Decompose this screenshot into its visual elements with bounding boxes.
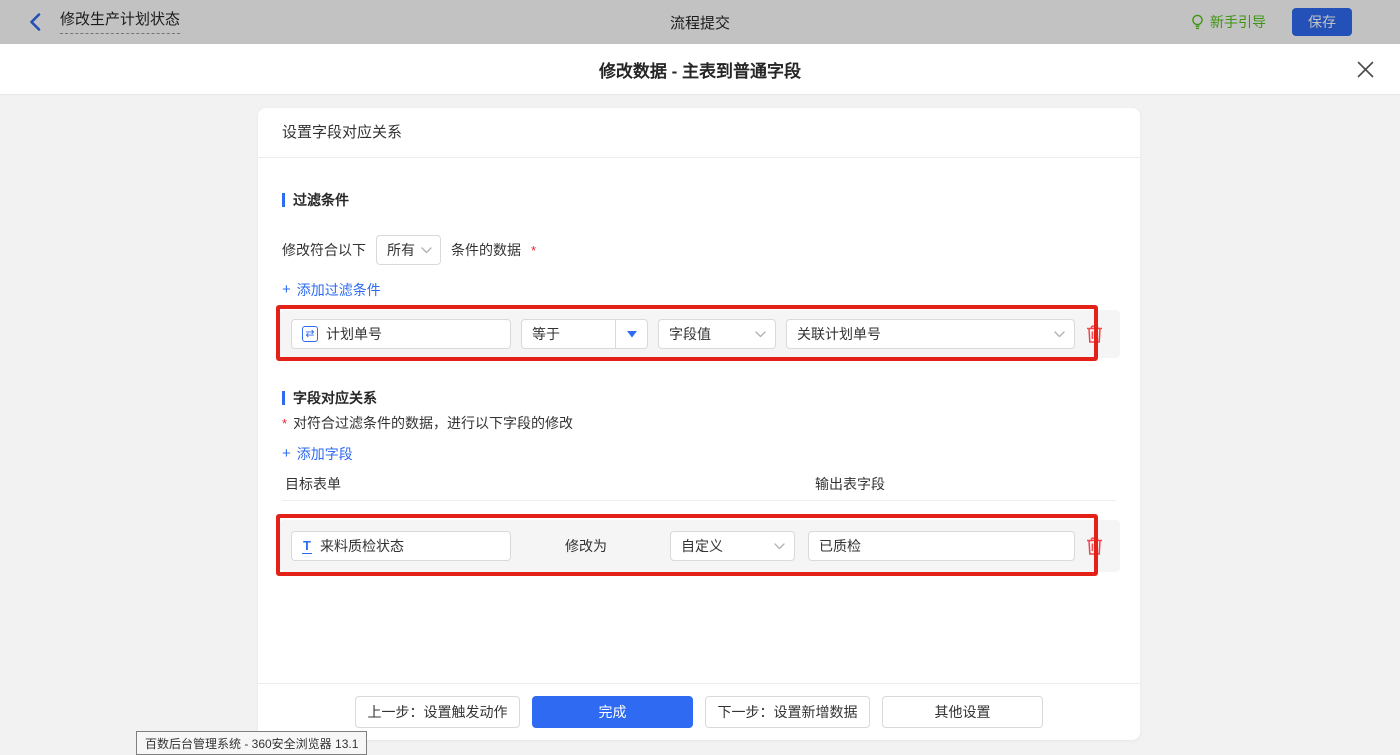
chevron-down-icon — [755, 331, 775, 338]
dialog-title: 修改数据 - 主表到普通字段 — [599, 57, 801, 82]
delete-mapping-row-button[interactable] — [1085, 536, 1104, 556]
match-suffix-label: 条件的数据 — [451, 240, 521, 260]
match-mode-value: 所有 — [387, 240, 415, 260]
section-bar-accent — [282, 193, 285, 207]
mapping-heading-label: 字段对应关系 — [293, 388, 377, 408]
filter-heading-label: 过滤条件 — [293, 190, 349, 210]
chevron-down-icon — [1054, 331, 1074, 338]
filter-field-value: 计划单号 — [326, 324, 382, 344]
operator-select[interactable]: 等于 — [521, 319, 648, 349]
operator-value: 等于 — [522, 324, 560, 344]
close-button[interactable] — [1354, 58, 1376, 80]
divider — [282, 500, 1116, 501]
add-field-label: 添加字段 — [297, 444, 353, 464]
divider — [258, 683, 1140, 684]
column-header-target-form: 目标表单 — [285, 474, 341, 494]
trash-icon — [1085, 324, 1104, 344]
modify-mode-value: 自定义 — [671, 536, 723, 556]
target-field-select[interactable]: T 来料质检状态 — [291, 531, 511, 561]
section-bar-accent — [282, 391, 285, 405]
value-field-value: 关联计划单号 — [787, 324, 881, 344]
plus-icon: + — [282, 447, 291, 461]
add-field-link[interactable]: + 添加字段 — [282, 444, 353, 464]
text-field-type-icon: T — [302, 539, 312, 554]
value-type-value: 字段值 — [659, 324, 711, 344]
required-asterisk: * — [282, 416, 287, 431]
serial-field-type-icon: ⇄ — [302, 326, 318, 342]
match-mode-select[interactable]: 所有 — [376, 235, 441, 265]
card-title: 设置字段对应关系 — [282, 108, 402, 157]
match-prefix-label: 修改符合以下 — [282, 240, 366, 260]
prev-step-button[interactable]: 上一步：设置触发动作 — [355, 696, 520, 728]
chevron-down-icon — [421, 247, 432, 254]
other-settings-button[interactable]: 其他设置 — [882, 696, 1043, 728]
delete-filter-row-button[interactable] — [1085, 324, 1104, 344]
custom-value-text: 已质检 — [809, 536, 861, 556]
value-field-select[interactable]: 关联计划单号 — [786, 319, 1075, 349]
caret-down-icon — [615, 320, 647, 348]
settings-card: 设置字段对应关系 过滤条件 修改符合以下 所有 条件的数据 * + 添加过滤条件… — [258, 108, 1140, 740]
trash-icon — [1085, 536, 1104, 556]
column-header-output-field: 输出表字段 — [815, 474, 885, 494]
next-step-button[interactable]: 下一步：设置新增数据 — [705, 696, 870, 728]
plus-icon: + — [282, 283, 291, 297]
modify-mode-select[interactable]: 自定义 — [670, 531, 795, 561]
browser-status-tooltip: 百数后台管理系统 - 360安全浏览器 13.1 — [136, 731, 367, 755]
beginner-guide-link[interactable]: 新手引导 — [1190, 12, 1266, 32]
value-type-select[interactable]: 字段值 — [658, 319, 776, 349]
done-button[interactable]: 完成 — [532, 696, 693, 728]
mapping-description: 对符合过滤条件的数据，进行以下字段的修改 — [293, 413, 573, 433]
modify-to-label: 修改为 — [565, 531, 607, 561]
close-icon — [1357, 61, 1374, 78]
add-filter-label: 添加过滤条件 — [297, 280, 381, 300]
top-app-bar: 修改生产计划状态 流程提交 新手引导 保存 — [0, 0, 1400, 44]
chevron-down-icon — [774, 543, 794, 550]
lightbulb-icon — [1190, 14, 1205, 31]
target-field-value: 来料质检状态 — [320, 536, 404, 556]
beginner-guide-label: 新手引导 — [1210, 12, 1266, 32]
filter-section-heading: 过滤条件 — [282, 190, 349, 210]
add-filter-condition-link[interactable]: + 添加过滤条件 — [282, 280, 381, 300]
custom-value-input[interactable]: 已质检 — [808, 531, 1075, 561]
divider — [258, 157, 1140, 158]
dialog-header: 修改数据 - 主表到普通字段 — [0, 44, 1400, 95]
required-asterisk: * — [531, 243, 536, 258]
mapping-section-heading: 字段对应关系 — [282, 388, 377, 408]
filter-field-select[interactable]: ⇄ 计划单号 — [291, 319, 511, 349]
save-button[interactable]: 保存 — [1292, 8, 1352, 36]
